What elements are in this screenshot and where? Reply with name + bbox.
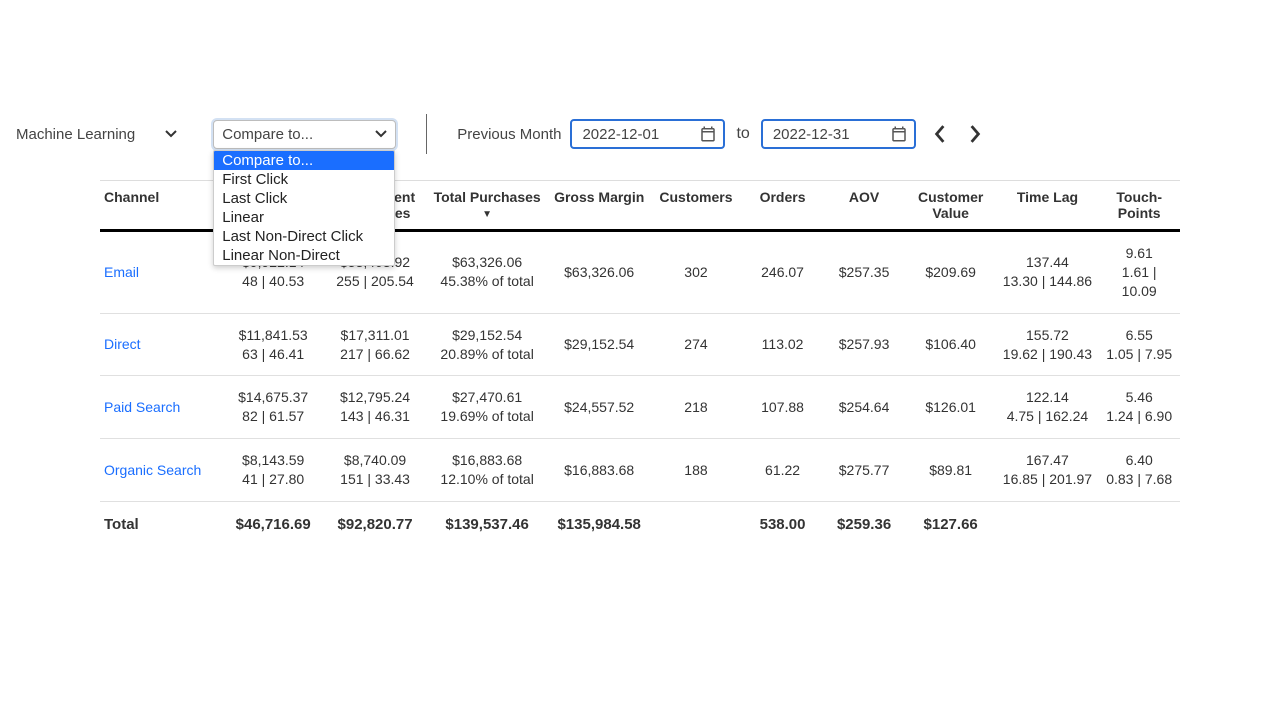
- totals-customer-value: $127.66: [905, 502, 997, 548]
- cell-orders: 113.02: [742, 313, 824, 376]
- column-header-total-purchases[interactable]: Total Purchases ▼: [426, 181, 548, 231]
- table-row: Paid Search $14,675.3782 | 61.57$12,795.2…: [100, 376, 1180, 439]
- compare-select-value: Compare to...: [222, 126, 313, 143]
- cell-customers: 274: [650, 313, 742, 376]
- table-row: Organic Search $8,143.5941 | 27.80$8,740.…: [100, 439, 1180, 502]
- cell-first-purchases: $14,675.3782 | 61.57: [222, 376, 324, 439]
- cell-aov: $275.77: [823, 439, 905, 502]
- cell-channel: Paid Search: [100, 376, 222, 439]
- end-date-value: 2022-12-31: [773, 126, 850, 143]
- channel-link[interactable]: Direct: [104, 336, 141, 352]
- column-header-orders[interactable]: Orders: [742, 181, 824, 231]
- cell-orders: 246.07: [742, 231, 824, 314]
- totals-subsequent-purchases: $92,820.77: [324, 502, 426, 548]
- channel-link[interactable]: Organic Search: [104, 462, 201, 478]
- totals-aov: $259.36: [823, 502, 905, 548]
- cell-touch-points: 5.461.24 | 6.90: [1098, 376, 1180, 439]
- cell-total-purchases: $29,152.5420.89% of total: [426, 313, 548, 376]
- start-date-value: 2022-12-01: [582, 126, 659, 143]
- column-header-aov[interactable]: AOV: [823, 181, 905, 231]
- date-range-controls: Previous Month 2022-12-01 to 2022-12-31: [457, 119, 986, 149]
- model-select[interactable]: Machine Learning: [10, 122, 183, 147]
- cell-aov: $257.35: [823, 231, 905, 314]
- cell-time-lag: 122.144.75 | 162.24: [997, 376, 1099, 439]
- totals-total-purchases: $139,537.46: [426, 502, 548, 548]
- cell-customers: 302: [650, 231, 742, 314]
- compare-option[interactable]: Last Click: [214, 189, 394, 208]
- totals-row: Total $46,716.69 $92,820.77 $139,537.46 …: [100, 502, 1180, 548]
- cell-subsequent-purchases: $12,795.24143 | 46.31: [324, 376, 426, 439]
- compare-select[interactable]: Compare to...: [213, 120, 396, 149]
- cell-gross-margin: $24,557.52: [548, 376, 650, 439]
- sort-indicator-icon: ▼: [430, 209, 544, 220]
- cell-channel: Organic Search: [100, 439, 222, 502]
- cell-customers: 218: [650, 376, 742, 439]
- chevron-down-icon: [375, 130, 387, 138]
- cell-customer-value: $126.01: [905, 376, 997, 439]
- to-label: to: [736, 125, 749, 143]
- totals-customers: [650, 502, 742, 548]
- cell-touch-points: 6.551.05 | 7.95: [1098, 313, 1180, 376]
- totals-label: Total: [100, 502, 222, 548]
- cell-total-purchases: $16,883.6812.10% of total: [426, 439, 548, 502]
- column-header-channel[interactable]: Channel: [100, 181, 222, 231]
- start-date-input[interactable]: 2022-12-01: [570, 119, 725, 149]
- column-header-gross-margin[interactable]: Gross Margin: [548, 181, 650, 231]
- vertical-divider: [426, 114, 427, 154]
- cell-subsequent-purchases: $8,740.09151 | 33.43: [324, 439, 426, 502]
- cell-subsequent-purchases: $17,311.01217 | 66.62: [324, 313, 426, 376]
- cell-touch-points: 6.400.83 | 7.68: [1098, 439, 1180, 502]
- cell-touch-points: 9.611.61 | 10.09: [1098, 231, 1180, 314]
- report-controls: Machine Learning Compare to... Compare t…: [10, 118, 986, 150]
- cell-customer-value: $106.40: [905, 313, 997, 376]
- cell-channel: Direct: [100, 313, 222, 376]
- column-header-customers[interactable]: Customers: [650, 181, 742, 231]
- prev-period-button[interactable]: [929, 125, 951, 143]
- calendar-icon: [890, 125, 908, 143]
- cell-customer-value: $209.69: [905, 231, 997, 314]
- cell-time-lag: 137.4413.30 | 144.86: [997, 231, 1099, 314]
- totals-orders: 538.00: [742, 502, 824, 548]
- cell-aov: $257.93: [823, 313, 905, 376]
- compare-dropdown: Compare to... First Click Last Click Lin…: [213, 150, 395, 266]
- date-range-label: Previous Month: [457, 126, 561, 143]
- next-period-button[interactable]: [964, 125, 986, 143]
- cell-channel: Email: [100, 231, 222, 314]
- chevron-down-icon: [165, 130, 177, 138]
- cell-orders: 61.22: [742, 439, 824, 502]
- compare-option[interactable]: First Click: [214, 170, 394, 189]
- compare-option[interactable]: Last Non-Direct Click: [214, 227, 394, 246]
- totals-touch-points: [1098, 502, 1180, 548]
- end-date-input[interactable]: 2022-12-31: [761, 119, 916, 149]
- column-header-time-lag[interactable]: Time Lag: [997, 181, 1099, 231]
- calendar-icon: [699, 125, 717, 143]
- model-select-label: Machine Learning: [16, 126, 135, 143]
- cell-gross-margin: $63,326.06: [548, 231, 650, 314]
- cell-total-purchases: $27,470.6119.69% of total: [426, 376, 548, 439]
- cell-first-purchases: $11,841.5363 | 46.41: [222, 313, 324, 376]
- channel-link[interactable]: Paid Search: [104, 399, 180, 415]
- cell-gross-margin: $29,152.54: [548, 313, 650, 376]
- cell-first-purchases: $8,143.5941 | 27.80: [222, 439, 324, 502]
- channel-link[interactable]: Email: [104, 264, 139, 280]
- cell-gross-margin: $16,883.68: [548, 439, 650, 502]
- compare-option[interactable]: Linear: [214, 208, 394, 227]
- cell-time-lag: 155.7219.62 | 190.43: [997, 313, 1099, 376]
- cell-customer-value: $89.81: [905, 439, 997, 502]
- cell-total-purchases: $63,326.0645.38% of total: [426, 231, 548, 314]
- column-header-customer-value[interactable]: Customer Value: [905, 181, 997, 231]
- table-row: Direct $11,841.5363 | 46.41$17,311.01217 …: [100, 313, 1180, 376]
- compare-option[interactable]: Linear Non-Direct: [214, 246, 394, 265]
- totals-gross-margin: $135,984.58: [548, 502, 650, 548]
- cell-time-lag: 167.4716.85 | 201.97: [997, 439, 1099, 502]
- column-header-touch-points[interactable]: Touch-Points: [1098, 181, 1180, 231]
- totals-first-purchases: $46,716.69: [222, 502, 324, 548]
- compare-option[interactable]: Compare to...: [214, 151, 394, 170]
- cell-orders: 107.88: [742, 376, 824, 439]
- totals-time-lag: [997, 502, 1099, 548]
- compare-wrap: Compare to... Compare to... First Click …: [213, 120, 396, 149]
- cell-aov: $254.64: [823, 376, 905, 439]
- cell-customers: 188: [650, 439, 742, 502]
